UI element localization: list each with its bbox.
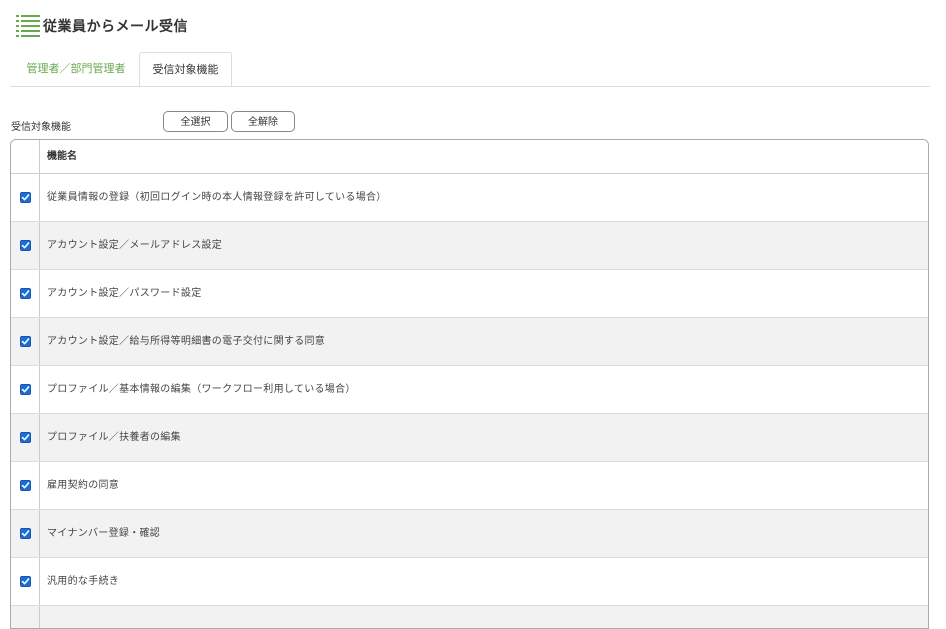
column-divider <box>39 510 40 557</box>
row-checkbox[interactable] <box>20 528 31 539</box>
table-row: 汎用的な手続き <box>11 558 928 606</box>
table-row <box>11 606 928 628</box>
row-label: プロファイル／基本情報の編集（ワークフロー利用している場合） <box>47 384 356 395</box>
check-icon <box>21 530 30 537</box>
check-icon <box>21 338 30 345</box>
table-row: 雇用契約の同意 <box>11 462 928 510</box>
check-icon <box>21 434 30 441</box>
column-header-name: 機能名 <box>47 151 77 162</box>
row-label: アカウント設定／メールアドレス設定 <box>47 240 223 251</box>
function-table: 機能名 従業員情報の登録（初回ログイン時の本人情報登録を許可している場合） アカウ… <box>10 139 929 629</box>
row-label: 雇用契約の同意 <box>47 480 120 491</box>
list-icon <box>16 15 40 37</box>
row-checkbox[interactable] <box>20 240 31 251</box>
row-label: アカウント設定／パスワード設定 <box>47 288 202 299</box>
table-row: アカウント設定／パスワード設定 <box>11 270 928 318</box>
select-all-button[interactable]: 全選択 <box>163 111 228 132</box>
column-divider <box>39 414 40 461</box>
row-checkbox[interactable] <box>20 192 31 203</box>
table-row: アカウント設定／給与所得等明細書の電子交付に関する同意 <box>11 318 928 366</box>
check-icon <box>21 290 30 297</box>
tab-target-functions[interactable]: 受信対象機能 <box>139 52 232 86</box>
row-label: プロファイル／扶養者の編集 <box>47 432 181 443</box>
table-body: 従業員情報の登録（初回ログイン時の本人情報登録を許可している場合） アカウント設定… <box>11 174 928 628</box>
table-row: 従業員情報の登録（初回ログイン時の本人情報登録を許可している場合） <box>11 174 928 222</box>
table-row: プロファイル／扶養者の編集 <box>11 414 928 462</box>
check-icon <box>21 386 30 393</box>
column-divider <box>39 558 40 605</box>
section-label: 受信対象機能 <box>11 122 71 133</box>
row-label: 汎用的な手続き <box>47 576 120 587</box>
row-label: 従業員情報の登録（初回ログイン時の本人情報登録を許可している場合） <box>47 192 387 203</box>
column-divider <box>39 222 40 269</box>
table-row: プロファイル／基本情報の編集（ワークフロー利用している場合） <box>11 366 928 414</box>
row-checkbox[interactable] <box>20 384 31 395</box>
check-icon <box>21 242 30 249</box>
page-header: 従業員からメール受信 <box>16 14 188 38</box>
column-divider <box>39 366 40 413</box>
column-divider <box>39 462 40 509</box>
row-checkbox[interactable] <box>20 432 31 443</box>
column-divider <box>39 606 40 628</box>
tab-bar: 管理者／部門管理者 受信対象機能 <box>10 52 930 87</box>
row-checkbox[interactable] <box>20 480 31 491</box>
page-title: 従業員からメール受信 <box>43 19 188 35</box>
deselect-all-button[interactable]: 全解除 <box>231 111 295 132</box>
column-divider <box>39 270 40 317</box>
row-label: アカウント設定／給与所得等明細書の電子交付に関する同意 <box>47 336 326 347</box>
table-header: 機能名 <box>11 140 928 174</box>
table-row: アカウント設定／メールアドレス設定 <box>11 222 928 270</box>
tab-admin[interactable]: 管理者／部門管理者 <box>14 52 138 85</box>
column-divider <box>39 318 40 365</box>
row-checkbox[interactable] <box>20 288 31 299</box>
column-divider <box>39 140 40 173</box>
table-row: マイナンバー登録・確認 <box>11 510 928 558</box>
check-icon <box>21 482 30 489</box>
row-label: マイナンバー登録・確認 <box>47 528 161 539</box>
row-checkbox[interactable] <box>20 336 31 347</box>
check-icon <box>21 578 30 585</box>
check-icon <box>21 194 30 201</box>
column-divider <box>39 174 40 221</box>
row-checkbox[interactable] <box>20 576 31 587</box>
